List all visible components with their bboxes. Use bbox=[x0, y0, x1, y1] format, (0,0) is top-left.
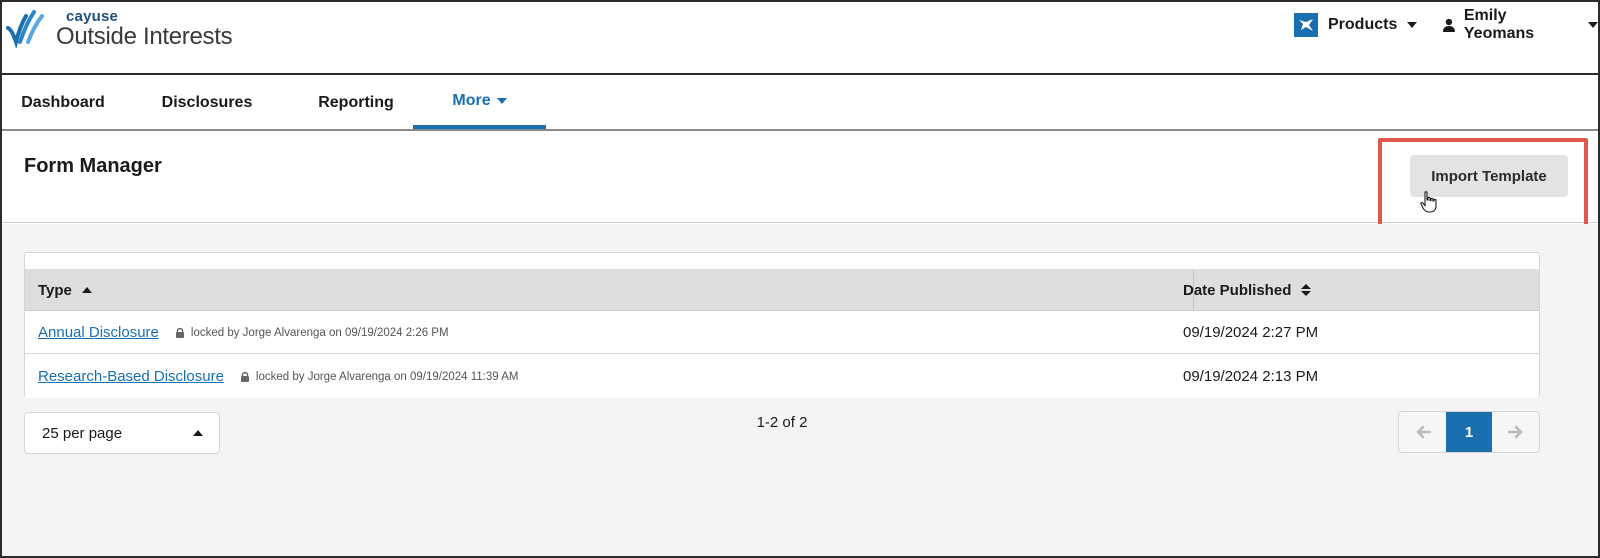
lock-note: locked by Jorge Alvarenga on 09/19/2024 … bbox=[175, 327, 449, 339]
results-count: 1-2 of 2 bbox=[756, 414, 808, 431]
tab-disclosures[interactable]: Disclosures bbox=[142, 77, 272, 129]
column-header-type[interactable]: Type bbox=[38, 269, 92, 311]
lock-icon bbox=[240, 371, 249, 382]
arrow-right-icon bbox=[1507, 425, 1522, 439]
user-name: Emily Yeomans bbox=[1463, 7, 1535, 42]
main-nav: Dashboard Disclosures Reporting More bbox=[2, 77, 1598, 131]
chevron-down-icon bbox=[1407, 22, 1418, 28]
sort-ascending-icon bbox=[81, 287, 92, 293]
top-header: cayuse Outside Interests Products Emily … bbox=[2, 2, 1598, 75]
chevron-up-icon bbox=[193, 430, 203, 436]
page-button-1[interactable]: 1 bbox=[1446, 412, 1492, 452]
column-label: Date Published bbox=[1183, 281, 1292, 299]
cayuse-wave-logo-icon bbox=[6, 10, 44, 48]
content-area: Type Date Published Annual Disclosure lo… bbox=[2, 224, 1598, 556]
table-row: Research-Based Disclosure locked by Jorg… bbox=[25, 355, 1539, 398]
products-app-icon bbox=[1294, 13, 1318, 37]
cell-type: Research-Based Disclosure locked by Jorg… bbox=[38, 355, 518, 398]
logo[interactable]: cayuse Outside Interests bbox=[6, 6, 246, 56]
lock-note: locked by Jorge Alvarenga on 09/19/2024 … bbox=[240, 370, 519, 383]
table-header: Type Date Published bbox=[25, 269, 1539, 311]
cell-date-published: 09/19/2024 2:13 PM bbox=[1183, 368, 1319, 385]
lock-text: locked by Jorge Alvarenga on 09/19/2024 … bbox=[190, 326, 449, 339]
forms-table: Type Date Published Annual Disclosure lo… bbox=[24, 252, 1540, 398]
tab-reporting[interactable]: Reporting bbox=[292, 77, 420, 129]
tab-dashboard[interactable]: Dashboard bbox=[2, 77, 124, 129]
lock-text: locked by Jorge Alvarenga on 09/19/2024 … bbox=[255, 370, 519, 383]
page-header: Form Manager Import Template bbox=[2, 133, 1598, 242]
tab-more[interactable]: More bbox=[413, 77, 546, 129]
per-page-select[interactable]: 25 per page bbox=[24, 412, 220, 454]
cell-type: Annual Disclosure locked by Jorge Alvare… bbox=[38, 311, 449, 354]
column-header-date-published[interactable]: Date Published bbox=[1183, 269, 1312, 311]
page-title: Form Manager bbox=[24, 155, 162, 177]
app-window: cayuse Outside Interests Products Emily … bbox=[0, 0, 1600, 558]
products-label: Products bbox=[1328, 16, 1398, 33]
tab-label: Reporting bbox=[318, 94, 394, 111]
next-page-button[interactable] bbox=[1492, 412, 1539, 452]
tab-label: More bbox=[452, 92, 491, 109]
user-icon bbox=[1442, 18, 1455, 32]
product-name: Outside Interests bbox=[56, 23, 233, 50]
form-link[interactable]: Research-Based Disclosure bbox=[38, 368, 224, 385]
chevron-down-icon bbox=[496, 98, 507, 104]
user-menu[interactable]: Emily Yeomans bbox=[1442, 7, 1598, 42]
chevron-down-icon bbox=[1588, 22, 1598, 28]
cell-date-published: 09/19/2024 2:27 PM bbox=[1183, 324, 1319, 341]
arrow-left-icon bbox=[1416, 425, 1431, 439]
products-menu[interactable]: Products bbox=[1294, 12, 1418, 38]
lock-icon bbox=[175, 327, 184, 338]
tab-label: Dashboard bbox=[21, 94, 105, 111]
table-row: Annual Disclosure locked by Jorge Alvare… bbox=[25, 311, 1539, 354]
per-page-label: 25 per page bbox=[42, 424, 123, 442]
pagination: 1 bbox=[1398, 411, 1540, 453]
column-label: Type bbox=[38, 281, 72, 299]
sort-icon bbox=[1301, 284, 1312, 296]
form-link[interactable]: Annual Disclosure bbox=[38, 324, 159, 341]
hand-pointer-cursor-icon bbox=[1420, 191, 1437, 213]
tab-label: Disclosures bbox=[161, 94, 253, 111]
prev-page-button[interactable] bbox=[1399, 412, 1446, 452]
